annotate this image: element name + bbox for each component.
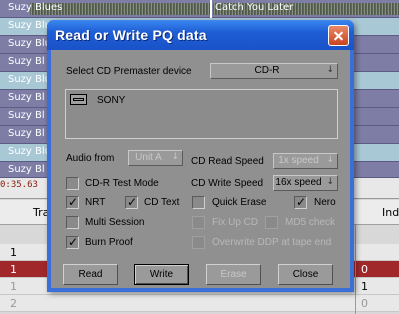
dialog-body: Select CD Premaster device CD-R ↓ SONY A… — [51, 50, 350, 288]
chevron-down-icon: ↓ — [326, 65, 334, 75]
clip-label: Suzy Bl — [8, 110, 45, 121]
chevron-down-icon: ↓ — [171, 152, 179, 162]
clip-label: Suzy Blu — [8, 38, 52, 49]
table-row[interactable]: 2 0 — [0, 295, 399, 312]
write-button[interactable]: Write — [134, 264, 189, 285]
md5-check-label: MD5 check — [285, 217, 336, 228]
chevron-down-icon: ↓ — [326, 155, 334, 165]
quick-erase-checkbox[interactable] — [192, 196, 205, 209]
pq-data-dialog: Read or Write PQ data Select CD Premaste… — [47, 20, 354, 292]
fix-up-cd-label: Fix Up CD — [212, 217, 259, 228]
clip-label: Suzy Bl — [8, 164, 45, 175]
clip-label: Suzy Blues — [8, 2, 63, 13]
table-cell: 0 — [361, 297, 368, 310]
table-cell: 1 — [361, 280, 368, 293]
nero-label: Nero — [314, 197, 336, 208]
device-list-item[interactable]: SONY — [97, 95, 125, 106]
close-icon[interactable] — [328, 25, 349, 46]
burn-proof-checkbox[interactable]: ✓ — [66, 235, 79, 249]
chevron-down-icon: ↓ — [326, 177, 334, 187]
nrt-label: NRT — [85, 197, 106, 208]
erase-button[interactable]: Erase — [206, 264, 261, 285]
clip-label: Suzy Blu — [8, 74, 52, 85]
read-speed-dropdown[interactable]: 1x speed ↓ — [273, 153, 338, 169]
overwrite-ddp-label: Overwrite DDP at tape end — [212, 237, 332, 248]
checkmark-icon: ✓ — [127, 195, 138, 209]
dialog-title-bar[interactable]: Read or Write PQ data — [47, 20, 354, 50]
table-cell: 0 — [361, 263, 368, 276]
read-speed-label: CD Read Speed — [191, 156, 264, 167]
column-divider — [355, 224, 356, 314]
checkmark-icon: ✓ — [68, 195, 79, 209]
checkmark-icon: ✓ — [68, 235, 79, 249]
checkmark-icon: ✓ — [296, 195, 307, 209]
fix-up-cd-checkbox[interactable] — [192, 216, 205, 229]
time-readout: 0:35.63 — [0, 180, 38, 190]
clip-label: Suzy Bl — [8, 92, 45, 103]
nero-checkbox[interactable]: ✓ — [294, 195, 307, 209]
audio-from-dropdown[interactable]: Unit A ↓ — [128, 150, 183, 166]
multi-session-checkbox[interactable] — [66, 216, 79, 229]
overwrite-ddp-checkbox[interactable] — [192, 236, 205, 249]
write-speed-value: 16x speed — [275, 177, 322, 188]
close-button[interactable]: Close — [278, 264, 333, 285]
clip-label: Suzy Bl — [8, 56, 45, 67]
write-speed-label: CD Write Speed — [191, 178, 264, 189]
multi-session-label: Multi Session — [85, 217, 145, 228]
clip-label: Suzy Bl — [8, 128, 45, 139]
test-mode-checkbox[interactable] — [66, 177, 79, 190]
device-type-value: CD-R — [254, 65, 280, 76]
test-mode-label: CD-R Test Mode — [85, 178, 159, 189]
column-header-index[interactable]: Ind — [382, 206, 399, 219]
table-cell: 1 — [10, 263, 17, 276]
table-cell: 1 — [10, 280, 17, 293]
md5-check-checkbox[interactable] — [265, 216, 278, 229]
write-speed-dropdown[interactable]: 16x speed ↓ — [273, 175, 338, 191]
table-cell: 2 — [10, 297, 17, 310]
device-list[interactable]: SONY — [65, 89, 338, 139]
select-device-label: Select CD Premaster device — [66, 66, 192, 77]
read-speed-value: 1x speed — [278, 155, 319, 166]
track-lane[interactable]: Suzy Blues Catch You Later — [0, 0, 399, 18]
audio-from-value: Unit A — [135, 152, 162, 163]
cd-drive-icon — [70, 94, 87, 105]
cd-text-label: CD Text — [144, 197, 180, 208]
read-button[interactable]: Read — [63, 264, 118, 285]
clip-label: Suzy Blu — [8, 20, 52, 31]
burn-proof-label: Burn Proof — [85, 237, 133, 248]
cd-text-checkbox[interactable]: ✓ — [125, 195, 138, 209]
dialog-title: Read or Write PQ data — [55, 27, 207, 43]
clip-label: Suzy Blu — [8, 146, 52, 157]
device-type-dropdown[interactable]: CD-R ↓ — [210, 63, 338, 79]
table-cell: 1 — [10, 246, 17, 259]
audio-from-label: Audio from — [66, 153, 115, 164]
clip-label: Catch You Later — [215, 2, 294, 13]
quick-erase-label: Quick Erase — [212, 197, 267, 208]
nrt-checkbox[interactable]: ✓ — [66, 195, 79, 209]
